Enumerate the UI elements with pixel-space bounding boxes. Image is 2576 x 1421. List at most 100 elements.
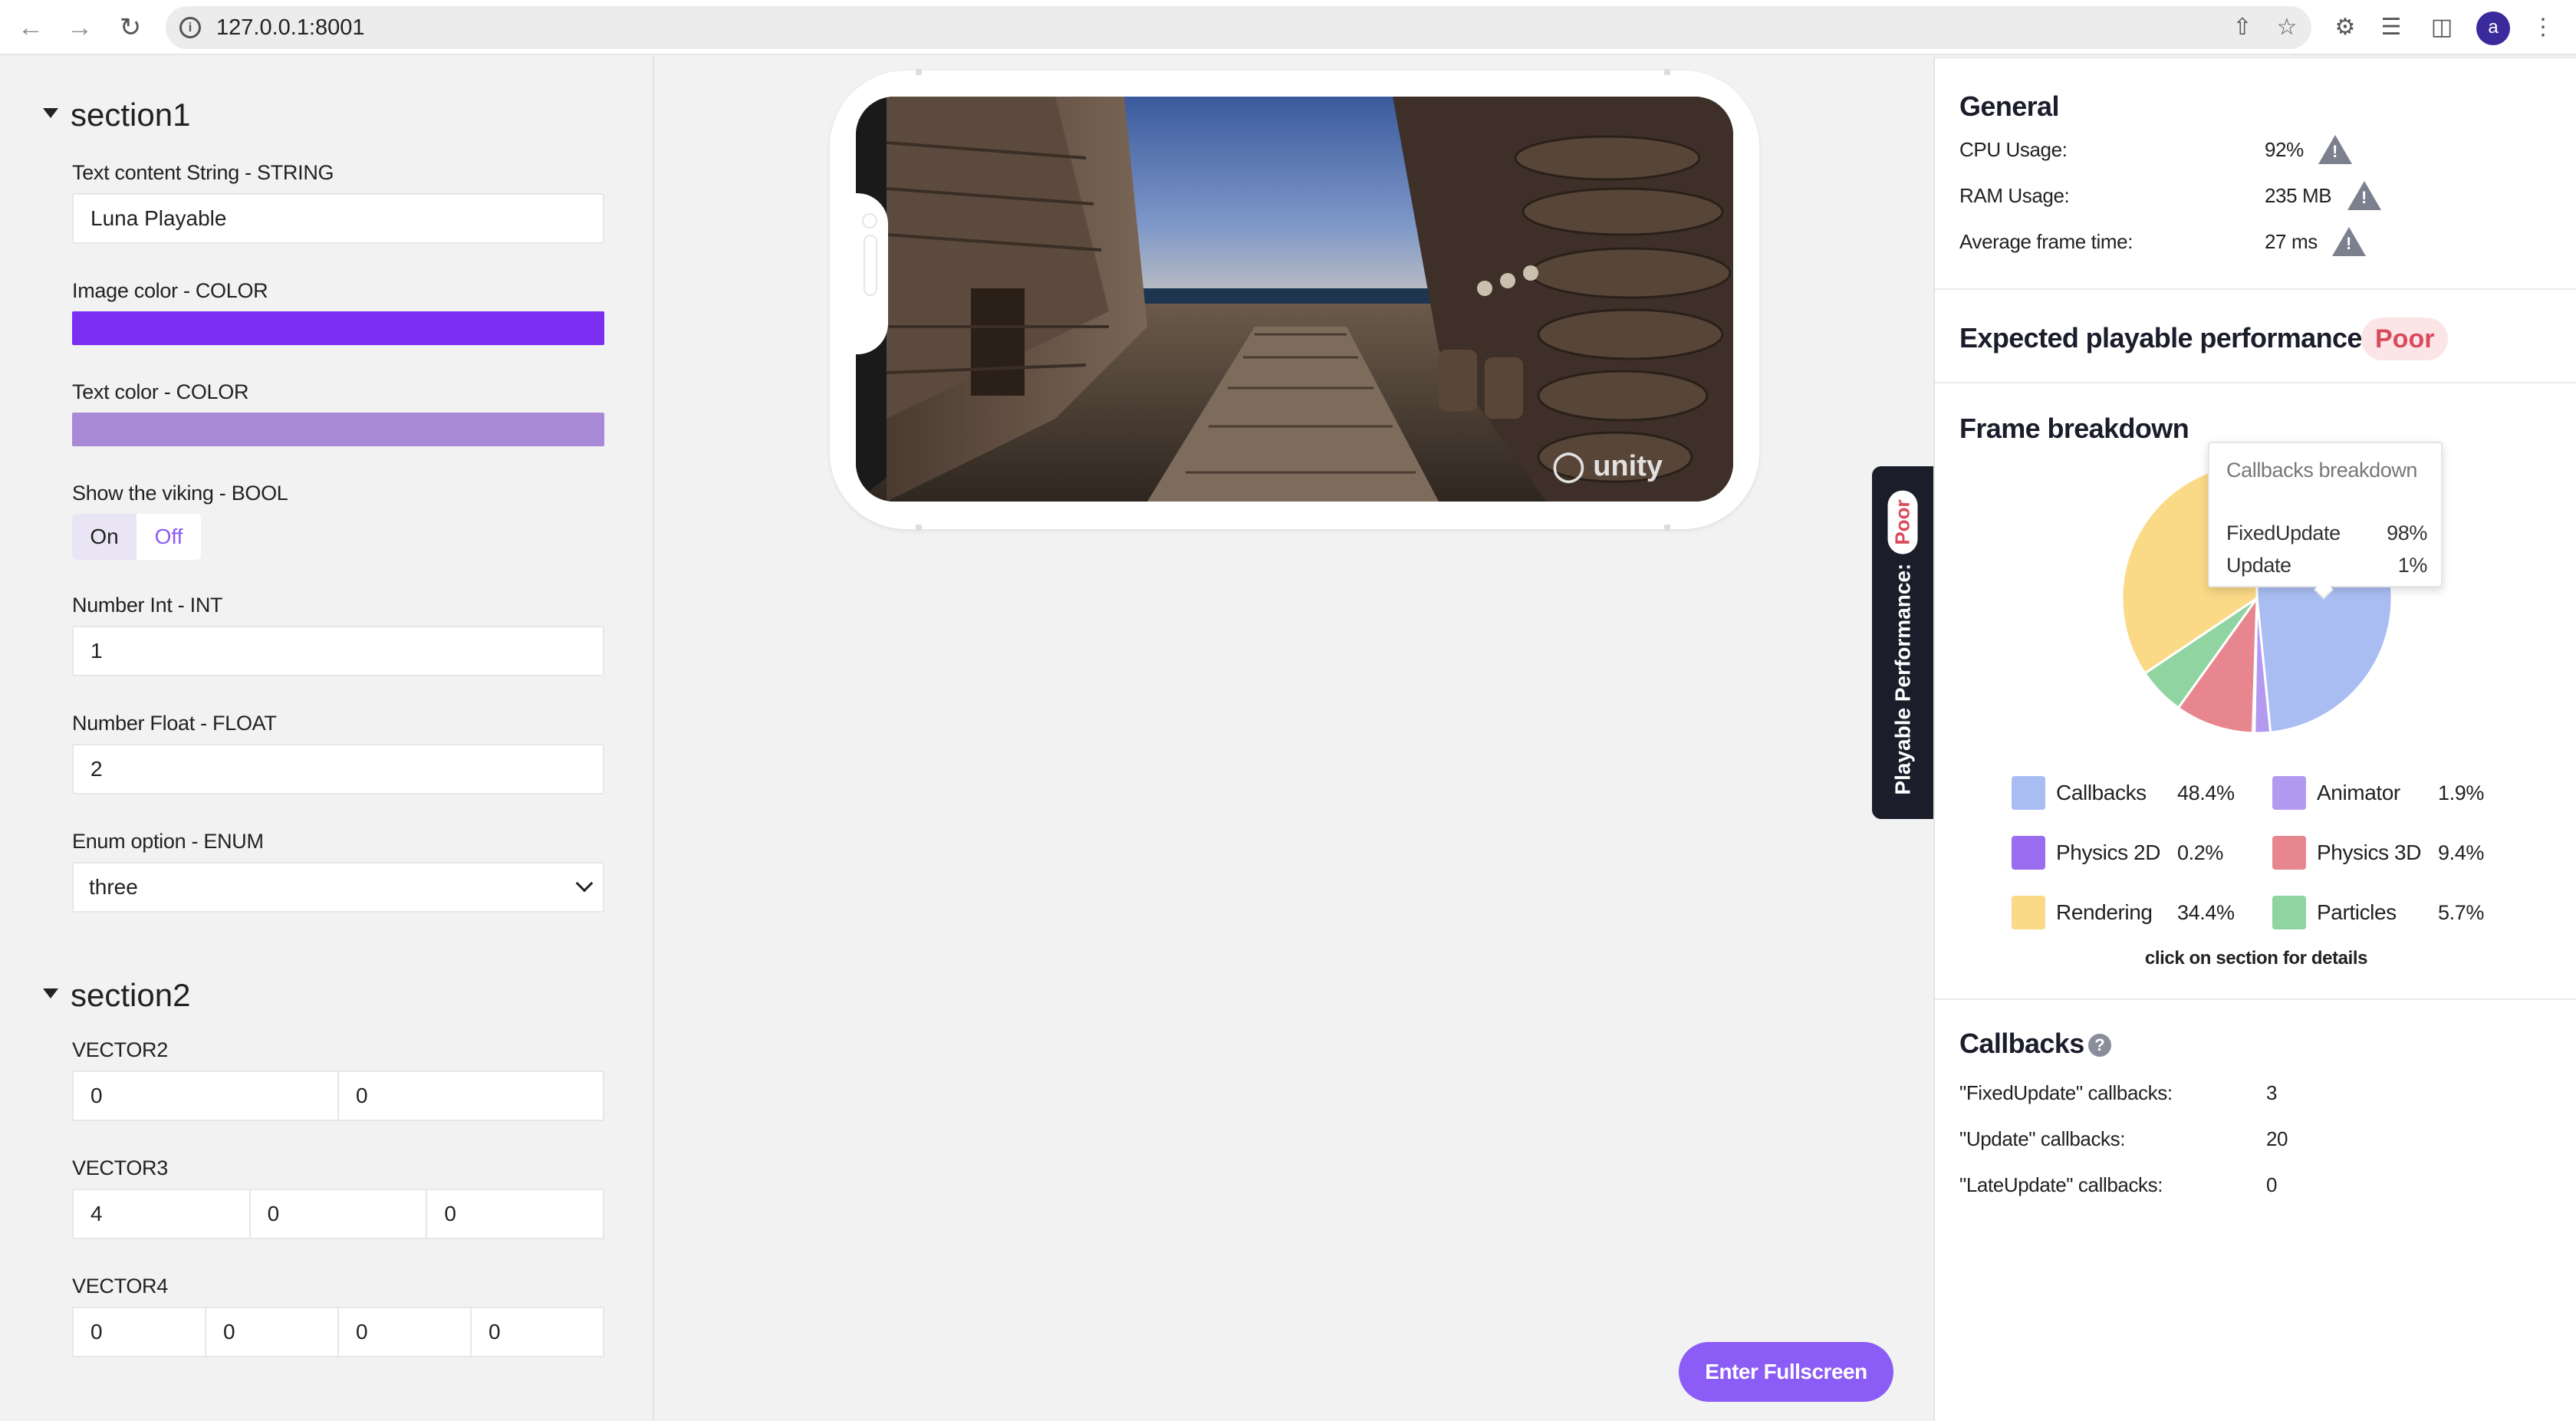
collapse-caret-icon[interactable] xyxy=(43,107,58,118)
collapse-caret-icon[interactable] xyxy=(43,988,58,998)
image-color-label: Image color - COLOR xyxy=(72,279,268,302)
legend-item-particles[interactable]: Particles 5.7% xyxy=(2272,896,2484,929)
enum-option-select[interactable]: three xyxy=(72,862,604,913)
legend-swatch xyxy=(2012,836,2045,870)
playable-performance-tab[interactable]: Playable Performance: Poor xyxy=(1872,466,1933,819)
fixedupdate-callbacks-label: "FixedUpdate" callbacks: xyxy=(1959,1081,2173,1104)
vector4-y-input[interactable]: 0 xyxy=(206,1308,339,1356)
vector4-label: VECTOR4 xyxy=(72,1275,168,1298)
number-float-input[interactable]: 2 xyxy=(72,744,604,794)
toggle-on-button[interactable]: On xyxy=(72,514,137,560)
text-content-input[interactable]: Luna Playable xyxy=(72,193,604,244)
vector3-label: VECTOR3 xyxy=(72,1156,168,1179)
text-color-picker[interactable] xyxy=(72,413,604,446)
tooltip-row: FixedUpdate 98% xyxy=(2226,521,2427,545)
legend-item-animator[interactable]: Animator 1.9% xyxy=(2272,776,2484,810)
forward-icon[interactable]: → xyxy=(63,11,97,44)
section2-title: section2 xyxy=(71,977,191,1013)
vector4-w-input[interactable]: 0 xyxy=(472,1308,603,1356)
legend-item-physics-2d[interactable]: Physics 2D 0.2% xyxy=(2012,836,2223,870)
phone-frame: ◯ unity xyxy=(830,69,1759,531)
media-controls-icon[interactable]: ☰ xyxy=(2376,12,2407,43)
enter-fullscreen-button[interactable]: Enter Fullscreen xyxy=(1679,1342,1893,1402)
legend-swatch xyxy=(2012,896,2045,929)
phone-corner-mark xyxy=(916,525,922,531)
vector2-inputs: 0 0 xyxy=(72,1071,604,1121)
menu-kebab-icon[interactable]: ⋮ xyxy=(2528,12,2558,43)
back-icon[interactable]: ← xyxy=(14,11,48,44)
side-panel-icon[interactable]: ◫ xyxy=(2426,12,2457,43)
vector3-z-input[interactable]: 0 xyxy=(427,1190,603,1238)
game-scene-image[interactable] xyxy=(856,97,1733,502)
legend-swatch xyxy=(2012,776,2045,810)
browser-toolbar: ← → ↻ i 127.0.0.1:8001 ⇧ ☆ ⚙ ☰ ◫ a ⋮ xyxy=(0,0,2576,55)
speaker-icon xyxy=(864,235,877,296)
tooltip-row-name: FixedUpdate xyxy=(2226,521,2341,544)
callbacks-title: Callbacks xyxy=(1959,1028,2084,1059)
tooltip-row-name: Update xyxy=(2226,554,2291,577)
address-bar[interactable]: i 127.0.0.1:8001 ⇧ ☆ xyxy=(166,6,2311,49)
unity-logo-text: unity xyxy=(1593,450,1663,482)
legend-label: Physics 3D xyxy=(2317,840,2422,864)
image-color-picker[interactable] xyxy=(72,311,604,345)
legend-value: 9.4% xyxy=(2438,840,2484,864)
unity-logo-icon: ◯ xyxy=(1552,450,1585,482)
number-int-label: Number Int - INT xyxy=(72,594,223,617)
update-callbacks-label: "Update" callbacks: xyxy=(1959,1127,2126,1150)
url-text[interactable]: 127.0.0.1:8001 xyxy=(216,15,365,41)
legend-swatch xyxy=(2272,836,2306,870)
legend-swatch xyxy=(2272,776,2306,810)
phone-corner-mark xyxy=(1664,69,1670,75)
vector3-inputs: 4 0 0 xyxy=(72,1189,604,1239)
update-callbacks-value: 20 xyxy=(2266,1127,2288,1150)
game-viewport[interactable]: ◯ unity xyxy=(856,97,1733,502)
phone-corner-mark xyxy=(1664,525,1670,531)
legend-label: Physics 2D xyxy=(2056,840,2161,864)
enum-option-label: Enum option - ENUM xyxy=(72,830,264,853)
legend-item-callbacks[interactable]: Callbacks 48.4% xyxy=(2012,776,2235,810)
legend-swatch xyxy=(2272,896,2306,929)
vector3-x-input[interactable]: 4 xyxy=(74,1190,251,1238)
legend-value: 5.7% xyxy=(2438,900,2484,924)
site-info-icon[interactable]: i xyxy=(179,17,201,38)
reload-icon[interactable]: ↻ xyxy=(114,11,147,44)
tooltip-row-value: 98% xyxy=(2387,521,2427,544)
perf-tab-badge: Poor xyxy=(1887,490,1918,554)
legend-value: 0.2% xyxy=(2177,840,2223,864)
extensions-icon[interactable]: ⚙ xyxy=(2330,12,2361,43)
legend-value: 34.4% xyxy=(2177,900,2235,924)
perf-tab-label: Playable Performance: xyxy=(1890,563,1914,795)
phone-corner-mark xyxy=(916,69,922,75)
bookmark-star-icon[interactable]: ☆ xyxy=(2273,14,2301,41)
legend-value: 1.9% xyxy=(2438,781,2484,804)
section2-header[interactable]: section2 xyxy=(43,977,190,1014)
profile-avatar[interactable]: a xyxy=(2476,12,2510,45)
tooltip-title: Callbacks breakdown xyxy=(2226,459,2418,482)
properties-panel: section1 Text content String - STRING Lu… xyxy=(0,57,654,1421)
legend-label: Callbacks xyxy=(2056,781,2147,804)
legend-item-rendering[interactable]: Rendering 34.4% xyxy=(2012,896,2235,929)
vector2-x-input[interactable]: 0 xyxy=(74,1072,339,1120)
fixedupdate-callbacks-value: 3 xyxy=(2266,1081,2278,1104)
legend-label: Particles xyxy=(2317,900,2397,924)
share-icon[interactable]: ⇧ xyxy=(2229,14,2256,41)
vector2-y-input[interactable]: 0 xyxy=(339,1072,603,1120)
show-viking-toggle: On Off xyxy=(72,514,201,560)
camera-icon xyxy=(862,213,877,229)
vector4-x-input[interactable]: 0 xyxy=(74,1308,206,1356)
legend-item-physics-3d[interactable]: Physics 3D 9.4% xyxy=(2272,836,2484,870)
toggle-off-button[interactable]: Off xyxy=(137,514,201,560)
lateupdate-callbacks-value: 0 xyxy=(2266,1173,2278,1196)
chart-hint: click on section for details xyxy=(2144,948,2368,969)
perf-tab-content: Playable Performance: Poor xyxy=(1887,490,1918,795)
preview-area: ◯ unity Enter Fullscreen xyxy=(656,57,1933,1421)
vector4-z-input[interactable]: 0 xyxy=(339,1308,472,1356)
help-icon[interactable]: ? xyxy=(2088,1034,2111,1057)
legend-value: 48.4% xyxy=(2177,781,2235,804)
number-int-input[interactable]: 1 xyxy=(72,626,604,676)
lateupdate-callbacks-label: "LateUpdate" callbacks: xyxy=(1959,1173,2163,1196)
show-viking-label: Show the viking - BOOL xyxy=(72,482,288,505)
section1-header[interactable]: section1 xyxy=(43,97,190,133)
vector3-y-input[interactable]: 0 xyxy=(251,1190,428,1238)
unity-logo: ◯ unity xyxy=(1552,449,1663,483)
